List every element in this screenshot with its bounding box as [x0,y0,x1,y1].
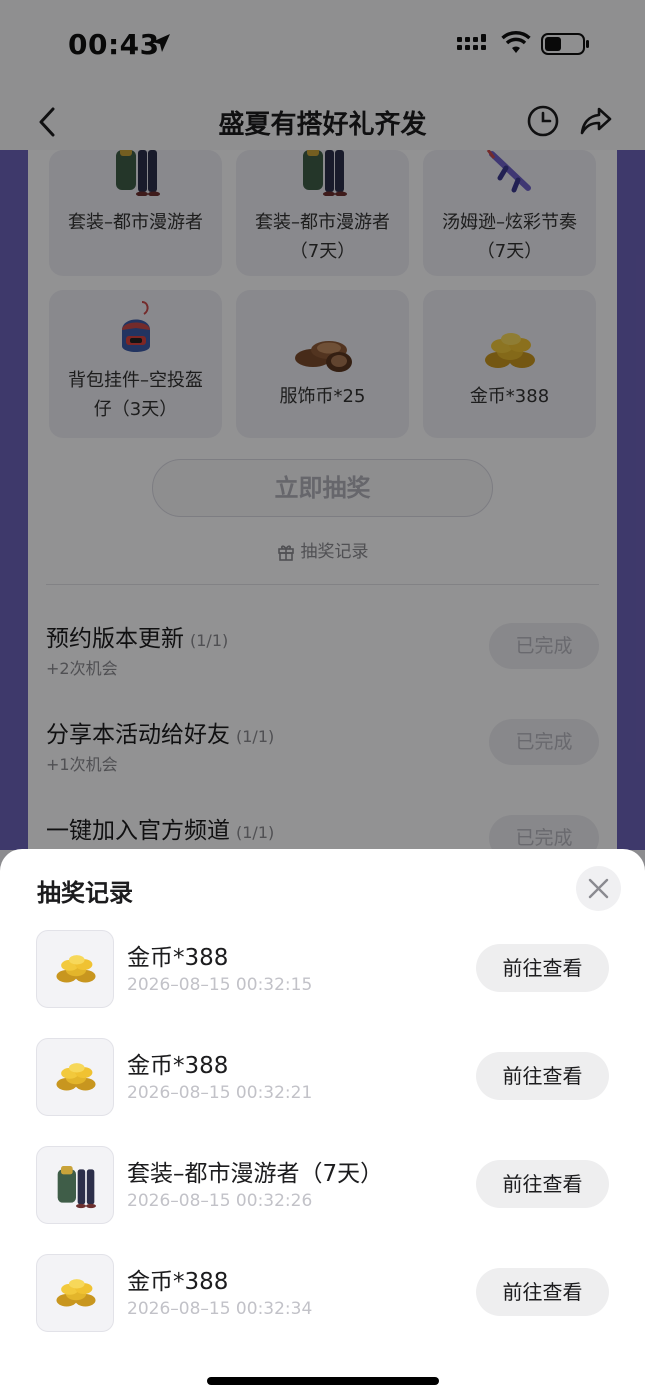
record-timestamp: 2026–08–15 00:32:21 [127,1083,313,1103]
record-thumbnail [36,1254,114,1332]
record-thumbnail [36,930,114,1008]
record-thumbnail [36,1146,114,1224]
sheet-title: 抽奖记录 [37,879,133,907]
record-timestamp: 2026–08–15 00:32:34 [127,1299,313,1319]
gold-coin-icon [56,1063,96,1091]
close-icon [588,878,609,899]
record-row: 套装–都市漫游者（7天） 2026–08–15 00:32:26 前往查看 [0,1146,645,1226]
go-view-button[interactable]: 前往查看 [476,1268,609,1316]
home-indicator [207,1377,439,1385]
draw-record-sheet: 抽奖记录 金币*388 2026–08–15 00:32:15 前往查看 金币*… [0,849,645,1398]
record-row: 金币*388 2026–08–15 00:32:21 前往查看 [0,1038,645,1118]
record-thumbnail [36,1038,114,1116]
gold-coin-icon [56,955,96,983]
gold-coin-icon [56,1279,96,1307]
record-prize-name: 金币*388 [127,1269,229,1295]
record-prize-name: 金币*388 [127,945,229,971]
record-prize-name: 套装–都市漫游者（7天） [127,1161,384,1187]
record-timestamp: 2026–08–15 00:32:15 [127,975,313,995]
record-row: 金币*388 2026–08–15 00:32:34 前往查看 [0,1254,645,1334]
close-button[interactable] [576,866,621,911]
go-view-button[interactable]: 前往查看 [476,944,609,992]
record-row: 金币*388 2026–08–15 00:32:15 前往查看 [0,930,645,1010]
record-timestamp: 2026–08–15 00:32:26 [127,1191,313,1211]
go-view-button[interactable]: 前往查看 [476,1160,609,1208]
go-view-button[interactable]: 前往查看 [476,1052,609,1100]
record-prize-name: 金币*388 [127,1053,229,1079]
outfit-icon [57,1166,96,1209]
